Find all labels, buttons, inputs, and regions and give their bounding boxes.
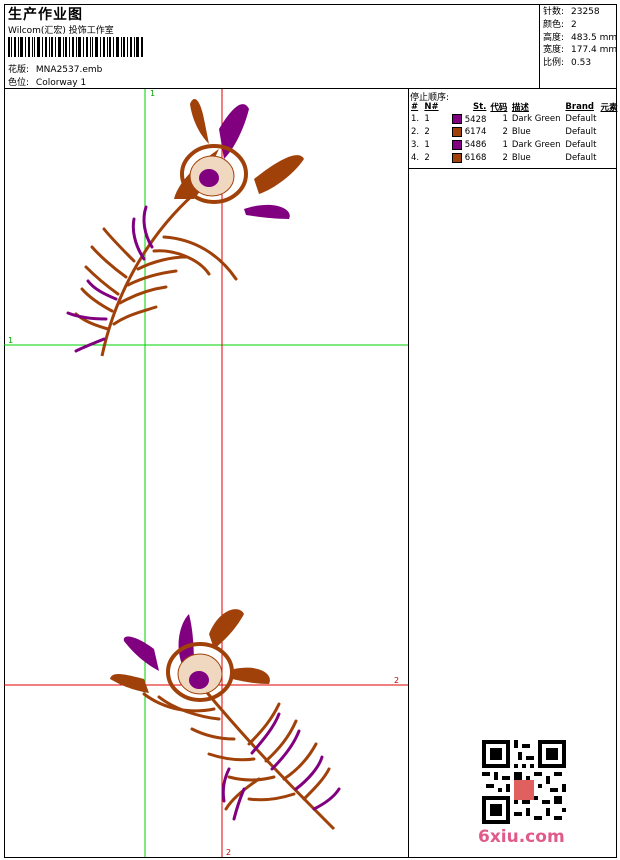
barcode	[8, 37, 143, 57]
stats-divider	[539, 4, 540, 88]
color-swatch	[451, 114, 462, 125]
col-n: N#	[424, 102, 439, 112]
row-needle: 2	[424, 127, 430, 138]
row-stitches: 5428	[450, 113, 489, 126]
row-stitches: 5486	[450, 139, 489, 152]
row-stitches: 6168	[450, 151, 489, 164]
table-row: 3. 1 5486 1 Dark Green Default	[409, 139, 620, 152]
col-description: 描述	[511, 103, 529, 113]
row-brand: Default	[565, 139, 597, 150]
panel-divider	[408, 88, 409, 858]
color-swatch	[451, 126, 462, 137]
row-code: 1	[502, 114, 508, 125]
colorway-value: Colorway 1	[35, 78, 87, 88]
design-canvas: 1 1 2 2	[4, 89, 408, 857]
axis-label-h2: 2	[394, 676, 399, 685]
stat-stitches: 针数: 23258	[543, 7, 600, 17]
row-description: Blue	[511, 127, 531, 138]
page-title: 生产作业图	[8, 7, 83, 23]
feather-top	[66, 99, 304, 357]
table-header-row: # N# St. 代码 描述 Brand 元素	[409, 101, 620, 113]
qr-code	[482, 740, 566, 824]
row-brand: Default	[565, 127, 597, 138]
row-stitches: 6174	[450, 126, 489, 139]
design-label: 花版:	[8, 65, 30, 75]
col-brand: Brand	[565, 102, 594, 112]
feather-bottom	[110, 609, 341, 831]
axis-label-v2: 2	[226, 848, 231, 857]
stitch-count: 6168	[464, 153, 487, 164]
axis-label-v1: 1	[150, 89, 155, 98]
col-stitches: St.	[472, 102, 487, 112]
table-row: 1. 1 5428 1 Dark Green Default	[409, 113, 620, 126]
table-divider	[408, 168, 617, 169]
stat-width: 宽度: 177.4 mm	[543, 45, 618, 56]
col-element: 元素	[600, 103, 618, 113]
row-brand: Default	[565, 152, 597, 163]
stitch-count: 5428	[464, 114, 487, 125]
colorway-label: 色位:	[8, 78, 30, 88]
stat-height: 高度: 483.5 mm	[543, 32, 618, 43]
stat-colors: 颜色: 2	[543, 19, 577, 30]
col-num: #	[411, 102, 419, 112]
stats-panel: 针数: 23258 颜色: 2 高度: 483.5 mm 宽度: 177.4 mm 比例…	[543, 6, 617, 70]
design-value: MNA2537.emb	[35, 65, 103, 75]
row-code: 2	[502, 152, 508, 163]
design-row: 花版: MNA2537.emb	[8, 62, 102, 75]
table-row: 4. 2 6168 2 Blue Default	[409, 151, 620, 164]
row-element	[598, 151, 620, 164]
row-needle: 2	[424, 152, 430, 163]
site-watermark: 6xiu.com	[478, 827, 565, 847]
row-element	[598, 113, 620, 126]
row-description: Dark Green	[511, 114, 561, 125]
stitch-count: 5486	[464, 140, 487, 151]
row-code: 2	[502, 127, 508, 138]
col-code: 代码	[490, 103, 508, 113]
row-num: 3.	[411, 139, 420, 150]
row-description: Dark Green	[511, 139, 561, 150]
row-element	[598, 139, 620, 152]
company-name: Wilcom(汇宏) 投饰工作室	[8, 26, 114, 36]
row-needle: 1	[424, 114, 430, 125]
row-brand: Default	[565, 114, 597, 125]
row-element	[598, 126, 620, 139]
color-swatch	[451, 139, 462, 150]
row-description: Blue	[511, 152, 531, 163]
table-row: 2. 2 6174 2 Blue Default	[409, 126, 620, 139]
color-swatch	[451, 152, 462, 163]
row-code: 1	[502, 139, 508, 150]
colorway-row: 色位: Colorway 1	[8, 75, 86, 88]
stop-sequence-table: # N# St. 代码 描述 Brand 元素 1. 1 5428 1 Dark Gre…	[409, 101, 620, 164]
row-num: 2.	[411, 127, 420, 138]
row-num: 1.	[411, 114, 420, 125]
stitch-count: 6174	[464, 127, 487, 138]
stat-scale: 比例: 0.53	[543, 58, 592, 69]
row-needle: 1	[424, 139, 430, 150]
axis-label-h1: 1	[8, 336, 13, 345]
row-num: 4.	[411, 152, 420, 163]
